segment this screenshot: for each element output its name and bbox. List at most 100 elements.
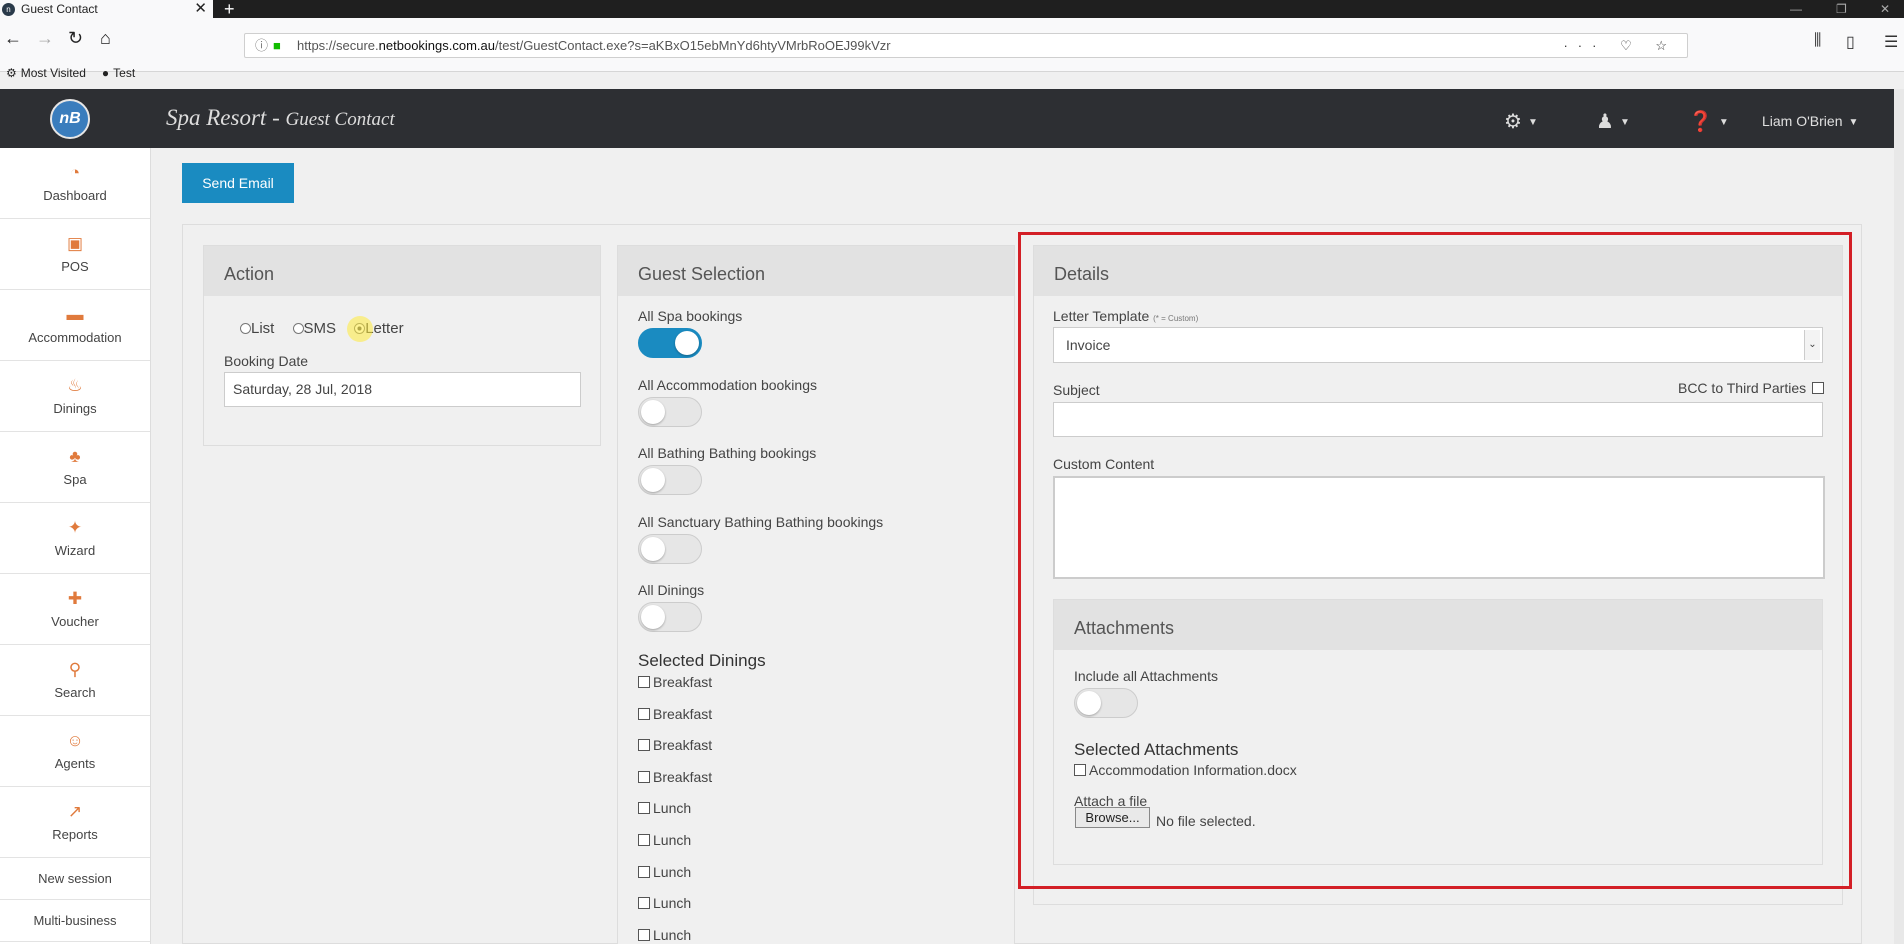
dining-checkbox[interactable]: Breakfast (638, 737, 712, 753)
radio-sms[interactable]: SMS (292, 320, 336, 337)
booking-toggle[interactable] (638, 533, 702, 564)
sidebar-item-label: Agents (54, 756, 96, 771)
booking-date-label: Booking Date (224, 353, 309, 369)
page-actions[interactable]: ··· ♡ ☆ (1563, 34, 1677, 57)
guest-selection-heading: Guest Selection (618, 246, 1014, 296)
sidebar-item-agents[interactable]: ☺ Agents (0, 716, 150, 787)
action-options: List SMS Letter (240, 320, 404, 337)
booking-toggle[interactable] (638, 328, 702, 358)
help-menu[interactable]: ❓ ▼ (1688, 109, 1729, 134)
dining-checkbox[interactable]: Breakfast (638, 769, 712, 785)
app-logo[interactable]: nB (50, 99, 90, 139)
sidebar-item-dashboard[interactable]: ◔ Dashboard (0, 148, 150, 219)
sidebar-item-voucher[interactable]: ✚ Voucher (0, 574, 150, 645)
chevron-down-icon: ▼ (1848, 116, 1859, 128)
url-bar[interactable]: ⓘ ■ https://secure.netbookings.com.au/te… (244, 33, 1688, 58)
user-menu[interactable]: Liam O'Brien ▼ (1762, 113, 1858, 129)
home-icon[interactable]: ⌂ (100, 28, 111, 49)
dining-checkbox[interactable]: Breakfast (638, 674, 712, 690)
toggle-label: All Accommodation bookings (638, 376, 817, 393)
dining-checkbox[interactable]: Lunch (638, 832, 691, 848)
new-tab-button[interactable]: + (224, 0, 235, 20)
sidebar-item-wizard[interactable]: ✦ Wizard (0, 503, 150, 574)
dining-checkbox[interactable]: Lunch (638, 800, 691, 816)
info-icon[interactable]: ⓘ (255, 34, 268, 57)
sidebar-item-reports[interactable]: ↗ Reports (0, 787, 150, 858)
booking-toggle[interactable] (638, 602, 702, 632)
chart-icon: ↗ (67, 802, 83, 821)
page-scrollbar[interactable] (1894, 89, 1904, 944)
gear-icon: ⚙ (6, 66, 17, 80)
sidebar-item-search[interactable]: ⚲ Search (0, 645, 150, 716)
details-highlight-box (1018, 232, 1852, 889)
tab-title: Guest Contact (21, 2, 98, 16)
booking-date-input[interactable]: Saturday, 28 Jul, 2018 (224, 372, 581, 407)
booking-toggle[interactable] (638, 396, 702, 427)
dining-checkbox[interactable]: Lunch (638, 927, 691, 943)
minimize-icon[interactable]: — (1790, 0, 1802, 18)
wand-icon: ✦ (67, 518, 83, 537)
dining-icon: ♨ (67, 376, 83, 395)
bed-icon: ▬ (66, 305, 84, 324)
sidebar-item-label: Voucher (51, 614, 99, 629)
library-icon[interactable]: ⫼ (1814, 32, 1821, 50)
toggle-label: All Spa bookings (638, 308, 743, 324)
browser-navbar: ← → ↻ ⌂ ⓘ ■ https://secure.netbookings.c… (0, 18, 1904, 80)
close-window-icon[interactable]: ✕ (1880, 0, 1890, 18)
sidebar-link-new-session[interactable]: New session (0, 858, 150, 900)
settings-menu[interactable]: ⚙ ▼ (1504, 109, 1538, 134)
chevron-down-icon: ▼ (1527, 117, 1538, 129)
bookmark-test[interactable]: ● Test (102, 66, 135, 80)
url-text: https://secure.netbookings.com.au/test/G… (297, 38, 891, 53)
sidebar-item-accommodation[interactable]: ▬ Accommodation (0, 290, 150, 361)
sidebar-item-label: Dinings (53, 401, 97, 416)
ninja-icon: ♟ (1596, 111, 1614, 133)
sidebar-item-label: Wizard (54, 543, 96, 558)
forward-icon[interactable]: → (36, 28, 54, 49)
app-header: nB Spa Resort - Guest Contact ⚙ ▼ ♟ ▼ ❓ ▼ L… (0, 89, 1894, 148)
sidebar-item-dinings[interactable]: ♨ Dinings (0, 361, 150, 432)
gift-icon: ✚ (67, 589, 83, 608)
sidebar-link-multi-business[interactable]: Multi-business (0, 900, 150, 942)
guest-selection-panel: Guest Selection All Spa bookings All Acco… (617, 245, 1015, 944)
radio-list[interactable]: List (240, 320, 274, 337)
sidebar-item-label: POS (61, 259, 89, 274)
sidebar-item-label: Search (54, 685, 96, 700)
back-icon[interactable]: ← (4, 28, 22, 49)
spa-icon: ♣ (69, 447, 81, 466)
restore-icon[interactable]: ❐ (1836, 0, 1847, 18)
toggle-label: All Dinings (638, 582, 705, 598)
sidebar-item-pos[interactable]: ▣ POS (0, 219, 150, 290)
browser-tab-strip: n Guest Contact ✕ + — ❐ ✕ (0, 0, 1904, 20)
agent-menu[interactable]: ♟ ▼ (1596, 109, 1630, 134)
reload-icon[interactable]: ↻ (68, 28, 83, 49)
sidebar: ◔ Dashboard ▣ POS ▬ Accommodation ♨ Dinings ♣ Spa… (0, 148, 151, 944)
toggle-label: All Sanctuary Bathing Bathing bookings (638, 513, 884, 530)
dashboard-icon: ◔ (69, 163, 81, 182)
search-icon: ⚲ (68, 660, 82, 679)
browser-tab[interactable]: n Guest Contact ✕ (0, 0, 213, 18)
sidebar-item-label: Spa (63, 472, 87, 487)
sidebar-item-label: Reports (52, 827, 98, 842)
menu-icon[interactable]: ☰ (1884, 32, 1898, 52)
bookmark-most-visited[interactable]: ⚙ Most Visited (6, 66, 86, 80)
send-email-button[interactable]: Send Email (182, 163, 294, 203)
close-tab-icon[interactable]: ✕ (194, 0, 207, 18)
chevron-down-icon: ▼ (1619, 117, 1630, 129)
help-icon: ❓ (1688, 111, 1713, 133)
sidebar-toggle-icon[interactable]: ▯ (1846, 32, 1855, 52)
dining-checkbox[interactable]: Lunch (638, 895, 691, 911)
action-panel: Action List SMS Letter Booking Date Satu… (203, 245, 601, 446)
pos-icon: ▣ (66, 234, 84, 253)
sidebar-item-spa[interactable]: ♣ Spa (0, 432, 150, 503)
dining-checkbox[interactable]: Lunch (638, 864, 691, 880)
nb-favicon: ● (101, 66, 110, 80)
bookmarks-bar: ⚙ Most Visited ● Test (6, 66, 135, 80)
dining-checkbox[interactable]: Breakfast (638, 706, 712, 722)
selected-dinings-heading: Selected Dinings (638, 651, 766, 670)
sidebar-item-label: Accommodation (28, 330, 122, 345)
lock-icon: ■ (273, 38, 281, 53)
sidebar-item-label: Dashboard (43, 188, 107, 203)
booking-toggle[interactable] (638, 465, 702, 495)
gear-icon: ⚙ (1504, 111, 1522, 133)
